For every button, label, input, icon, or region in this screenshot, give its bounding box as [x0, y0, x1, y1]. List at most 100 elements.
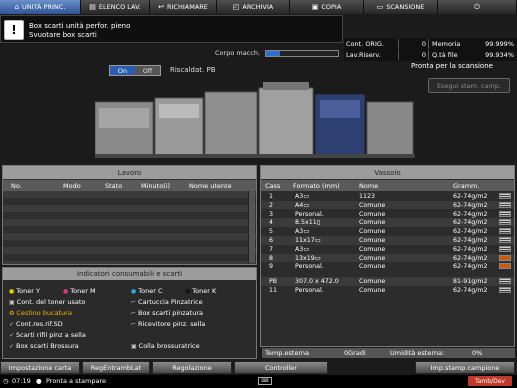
tray-cell-f: A3▭: [295, 193, 310, 200]
tray-cell-c: PB: [269, 278, 278, 286]
tray-cell-n: Comune: [359, 278, 386, 286]
paper-level-icon: [499, 287, 511, 293]
reg-both-sides-button[interactable]: RegEntrambLat: [82, 361, 150, 374]
tab-unità-princ[interactable]: ⌂ UNITÀ PRINC.: [0, 0, 81, 14]
ext-humidity-value: 0%: [472, 349, 483, 357]
tab-copia[interactable]: ▣ COPIA: [290, 0, 364, 14]
heater-off-button[interactable]: Off: [135, 66, 160, 75]
tray-cell-f: 8.5x11▯: [295, 219, 321, 227]
indicator-label: Colla brossuratrice: [138, 342, 200, 350]
tray-cell-c: 8: [269, 254, 274, 262]
indicator-status-icon: ⌐: [131, 298, 137, 306]
tray-cell-n: Comune: [359, 237, 386, 244]
tray-row[interactable]: 2 A4▭ Comune 62-74g/m2: [261, 200, 514, 210]
tray-row[interactable]: 3 Personal. Comune 62-74g/m2: [261, 210, 514, 219]
job-list[interactable]: [3, 191, 256, 264]
warning-icon: !: [4, 20, 24, 40]
memory-label: Memoria: [432, 40, 461, 48]
paper-level-icon: [499, 193, 511, 199]
adjustment-button[interactable]: Regolazione: [152, 361, 232, 374]
clock-icon: ◷: [3, 377, 9, 385]
counters-panel: Cont. ORIG. 0 Memoria 99.999% Lav.Riserv…: [344, 38, 517, 61]
tray-cell-f: 11x17▭: [295, 237, 321, 244]
environment-bar: Temp.esterna 0Gradi Umidità esterna: 0%: [262, 348, 515, 358]
tray-cell-n: 1123: [359, 193, 376, 200]
indicator-status-icon: ●: [9, 287, 15, 295]
paper-level-icon: [499, 237, 511, 243]
tray-cell-g: 62-74g/m2: [453, 228, 488, 236]
reserved-jobs-label: Lav.Riserv.: [344, 50, 399, 60]
tray-row[interactable]: 5 A3▭ Comune 62-74g/m2: [261, 227, 514, 236]
col-format: Formato (mm): [293, 182, 340, 190]
tray-cell-f: Personal.: [295, 287, 324, 294]
paper-level-icon: [499, 245, 511, 252]
indicator-label: Ricevitore pinz. sella: [138, 320, 206, 328]
clock-time: 07:19: [12, 377, 31, 385]
tray-row[interactable]: 6 11x17▭ Comune 62-74g/m2: [261, 236, 514, 245]
paper-level-icon: [499, 263, 511, 270]
indicator-colla-brossuratrice: ▣ Colla brossuratrice: [131, 342, 200, 350]
indicator-toner-y: ● Toner Y: [9, 287, 40, 295]
sample-print-settings-button[interactable]: Imp.stamp.campione: [415, 361, 515, 374]
controller-button[interactable]: Controller: [234, 361, 328, 374]
top-tab-bar: ⌂ UNITÀ PRINC. ▤ ELENCO LAV. ↩ RICHIAMARE ◰ ARC…: [0, 0, 517, 14]
col-status: Stato: [105, 182, 123, 190]
ext-temp-value: 0Gradi: [344, 349, 366, 357]
heater-toggle[interactable]: On Off: [109, 65, 161, 76]
indicator-label: Scarti rifil pinz a sella: [16, 331, 86, 339]
message-line-1: Box scarti unità perfor. pieno: [29, 22, 131, 30]
col-mode: Modo: [63, 182, 81, 190]
file-qty-label: Q.tà file: [432, 51, 458, 59]
paper-level-icon: [499, 278, 511, 285]
tray-row[interactable]: PB 307.0 x 472.0 Comune 81-91g/m2: [261, 277, 514, 286]
tray-row[interactable]: 1 A3▭ 1123 62-74g/m2: [261, 192, 514, 201]
tab-archivia[interactable]: ◰ ARCHIVIA: [217, 0, 290, 14]
indicator-status-icon: ●: [63, 287, 69, 295]
tray-cell-f: 307.0 x 472.0: [295, 278, 339, 286]
tab-elenco-lav[interactable]: ▤ ELENCO LAV.: [81, 0, 150, 14]
tray-row[interactable]: 9 Personal. Comune 62-74g/m2: [261, 262, 514, 271]
tray-cell-n: Comune: [359, 201, 386, 209]
tray-row[interactable]: 7 A3▭ Comune 62-74g/m2: [261, 245, 514, 254]
keyboard-icon[interactable]: ⌨: [258, 377, 272, 385]
status-dot-icon: ●: [36, 377, 42, 385]
tray-cell-c: 7: [269, 245, 274, 253]
tray-cell-c: 3: [269, 210, 274, 218]
indicator-status-icon: ⌐: [131, 309, 137, 317]
power-icon: ⏻: [474, 2, 480, 11]
tab-label: COPIA: [321, 3, 342, 11]
indicator-cont-del-toner-usato: ▣ Cont. del toner usato: [9, 298, 85, 306]
tray-cell-f: Personal.: [295, 210, 324, 218]
indicator-box-scarti-pinzatura: ⌐ Box scarti pinzatura: [131, 309, 203, 317]
heater-on-button[interactable]: On: [110, 66, 135, 75]
tab-scansione[interactable]: ▭ SCANSIONE: [364, 0, 438, 14]
paper-settings-button[interactable]: Impostazione carta: [0, 361, 80, 374]
tray-cell-g: 62-74g/m2: [453, 287, 488, 294]
tray-row[interactable]: 4 8.5x11▯ Comune 62-74g/m2: [261, 218, 514, 227]
job-list-scrollbar[interactable]: [248, 191, 255, 263]
paper-level-icon: [499, 219, 511, 226]
indicator-label: Cont.res.rif.SD: [16, 320, 63, 328]
tray-cell-f: 13x19▭: [295, 254, 321, 262]
tab-power[interactable]: ⏻: [438, 0, 517, 14]
indicator-scarti-rifil-pinz-a-sella: ✓ Scarti rifil pinz a sella: [9, 331, 86, 339]
tray-cell-g: 62-74g/m2: [453, 193, 488, 200]
tray-cell-c: 6: [269, 237, 274, 244]
job-table-header: No. Modo Stato Minuto(i) Nome utente: [3, 180, 256, 191]
main-screen: ⌂ UNITÀ PRINC. ▤ ELENCO LAV. ↩ RICHIAMARE ◰ ARC…: [0, 0, 517, 388]
job-panel-title: Lavoro: [3, 166, 256, 179]
tab-richiamare[interactable]: ↩ RICHIAMARE: [150, 0, 217, 14]
tray-cell-g: 62-74g/m2: [453, 237, 488, 244]
col-minutes: Minuto(i): [141, 182, 171, 190]
tray-cell-c: 2: [269, 201, 274, 209]
file-qty-value: 99.934%: [485, 51, 514, 59]
archive-icon: ◰: [232, 2, 240, 11]
tray-row[interactable]: 8 13x19▭ Comune 62-74g/m2: [261, 253, 514, 263]
tray-cell-n: Comune: [359, 263, 386, 271]
indicator-label: Cartuccia Pinzatrice: [138, 298, 203, 306]
col-cass: Cass: [265, 182, 281, 190]
tray-cell-n: Comune: [359, 210, 386, 218]
copy-icon: ▣: [311, 2, 319, 11]
sample-print-button[interactable]: Esegui stam. camp.: [428, 78, 510, 93]
tray-row[interactable]: 11 Personal. Comune 62-74g/m2: [261, 286, 514, 295]
